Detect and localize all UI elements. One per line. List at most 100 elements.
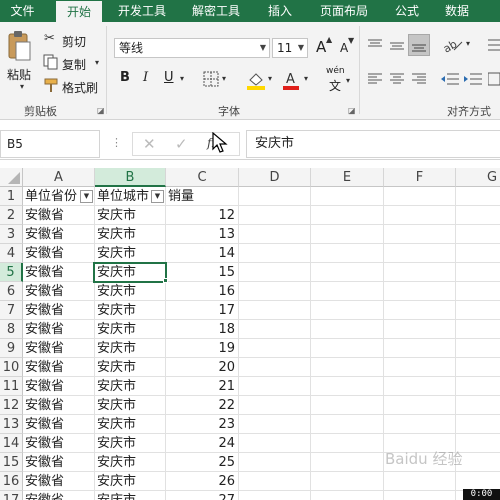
cell-c[interactable]: 22 xyxy=(166,396,239,415)
empty-cell[interactable] xyxy=(384,396,456,415)
empty-cell[interactable] xyxy=(456,320,500,339)
empty-cell[interactable] xyxy=(384,187,456,206)
empty-cell[interactable] xyxy=(239,396,311,415)
cell-b[interactable]: 安庆市 xyxy=(95,225,166,244)
empty-cell[interactable] xyxy=(384,358,456,377)
cell-a[interactable]: 安徽省 xyxy=(23,415,95,434)
empty-cell[interactable] xyxy=(311,358,384,377)
phonetic-guide-button[interactable]: 文 xyxy=(329,77,341,94)
cell-c[interactable]: 23 xyxy=(166,415,239,434)
empty-cell[interactable] xyxy=(384,282,456,301)
select-all-corner[interactable] xyxy=(0,168,23,187)
tab-formulas[interactable]: 公式 xyxy=(386,0,428,22)
row-header[interactable]: 5 xyxy=(0,263,23,282)
column-header-g[interactable]: G xyxy=(456,168,500,187)
cell-a[interactable]: 安徽省 xyxy=(23,263,95,282)
empty-cell[interactable] xyxy=(311,453,384,472)
empty-cell[interactable] xyxy=(384,491,456,500)
empty-cell[interactable] xyxy=(311,434,384,453)
column-header-e[interactable]: E xyxy=(311,168,384,187)
row-header[interactable]: 2 xyxy=(0,206,23,225)
cell-c[interactable]: 18 xyxy=(166,320,239,339)
empty-cell[interactable] xyxy=(384,472,456,491)
merge-center-icon[interactable] xyxy=(487,71,500,87)
empty-cell[interactable] xyxy=(311,225,384,244)
row-header[interactable]: 16 xyxy=(0,472,23,491)
cell-b[interactable]: 安庆市 xyxy=(95,377,166,396)
empty-cell[interactable] xyxy=(239,244,311,263)
empty-cell[interactable] xyxy=(456,453,500,472)
align-middle-icon[interactable] xyxy=(388,38,406,54)
empty-cell[interactable] xyxy=(311,263,384,282)
row-header[interactable]: 14 xyxy=(0,434,23,453)
row-header[interactable]: 7 xyxy=(0,301,23,320)
cell-b[interactable]: 安庆市 xyxy=(95,415,166,434)
tab-developer[interactable]: 开发工具 xyxy=(110,0,174,22)
copy-icon[interactable] xyxy=(43,54,59,70)
row-header[interactable]: 6 xyxy=(0,282,23,301)
empty-cell[interactable] xyxy=(311,244,384,263)
cell-c[interactable]: 26 xyxy=(166,472,239,491)
empty-cell[interactable] xyxy=(384,415,456,434)
empty-cell[interactable] xyxy=(239,225,311,244)
align-bottom-button[interactable] xyxy=(408,34,430,56)
fill-color-dropdown-icon[interactable]: ▾ xyxy=(268,74,272,83)
empty-cell[interactable] xyxy=(239,187,311,206)
empty-cell[interactable] xyxy=(311,282,384,301)
cell-b[interactable]: 安庆市 xyxy=(95,491,166,500)
bold-button[interactable]: B xyxy=(120,70,130,85)
cell-a[interactable]: 安徽省 xyxy=(23,206,95,225)
tab-home[interactable]: 开始 xyxy=(56,1,102,23)
column-header-f[interactable]: F xyxy=(384,168,456,187)
format-painter-icon[interactable] xyxy=(43,77,59,93)
row-header[interactable]: 12 xyxy=(0,396,23,415)
row-header[interactable]: 4 xyxy=(0,244,23,263)
name-box[interactable]: B5 xyxy=(0,130,100,158)
empty-cell[interactable] xyxy=(239,358,311,377)
fill-handle[interactable] xyxy=(163,278,168,283)
border-icon[interactable] xyxy=(203,71,219,87)
filter-dropdown-icon[interactable]: ▼ xyxy=(80,190,93,203)
empty-cell[interactable] xyxy=(239,320,311,339)
tab-page-layout[interactable]: 页面布局 xyxy=(312,0,376,22)
empty-cell[interactable] xyxy=(456,415,500,434)
empty-cell[interactable] xyxy=(311,377,384,396)
cell-b[interactable]: 安庆市 xyxy=(95,206,166,225)
cell-c[interactable]: 24 xyxy=(166,434,239,453)
cell-b[interactable]: 安庆市 xyxy=(95,453,166,472)
empty-cell[interactable] xyxy=(456,282,500,301)
empty-cell[interactable] xyxy=(384,339,456,358)
cell-c[interactable]: 17 xyxy=(166,301,239,320)
empty-cell[interactable] xyxy=(456,263,500,282)
clipboard-launcher-icon[interactable]: ◪ xyxy=(97,106,105,115)
column-header-d[interactable]: D xyxy=(239,168,311,187)
cell-c[interactable]: 19 xyxy=(166,339,239,358)
cell-c[interactable]: 16 xyxy=(166,282,239,301)
align-right-icon[interactable] xyxy=(410,71,428,87)
underline-button[interactable]: U xyxy=(164,70,174,85)
italic-button[interactable]: I xyxy=(143,70,148,85)
empty-cell[interactable] xyxy=(456,187,500,206)
empty-cell[interactable] xyxy=(311,415,384,434)
empty-cell[interactable] xyxy=(384,377,456,396)
empty-cell[interactable] xyxy=(384,320,456,339)
empty-cell[interactable] xyxy=(311,396,384,415)
cell-a[interactable]: 安徽省 xyxy=(23,358,95,377)
filter-dropdown-icon[interactable]: ▼ xyxy=(151,190,164,203)
align-top-icon[interactable] xyxy=(366,38,384,54)
cell-a[interactable]: 安徽省 xyxy=(23,453,95,472)
empty-cell[interactable] xyxy=(456,225,500,244)
row-header[interactable]: 9 xyxy=(0,339,23,358)
align-left-icon[interactable] xyxy=(366,71,384,87)
cell-a[interactable]: 安徽省 xyxy=(23,339,95,358)
empty-cell[interactable] xyxy=(311,491,384,500)
empty-cell[interactable] xyxy=(311,206,384,225)
empty-cell[interactable] xyxy=(384,225,456,244)
cell-c[interactable]: 25 xyxy=(166,453,239,472)
empty-cell[interactable] xyxy=(456,434,500,453)
cell-a[interactable]: 安徽省 xyxy=(23,434,95,453)
phonetic-top[interactable]: wén xyxy=(326,66,345,76)
empty-cell[interactable] xyxy=(456,396,500,415)
font-size-combo[interactable]: 11 ▼ xyxy=(272,38,308,58)
column-header-c[interactable]: C xyxy=(166,168,239,187)
